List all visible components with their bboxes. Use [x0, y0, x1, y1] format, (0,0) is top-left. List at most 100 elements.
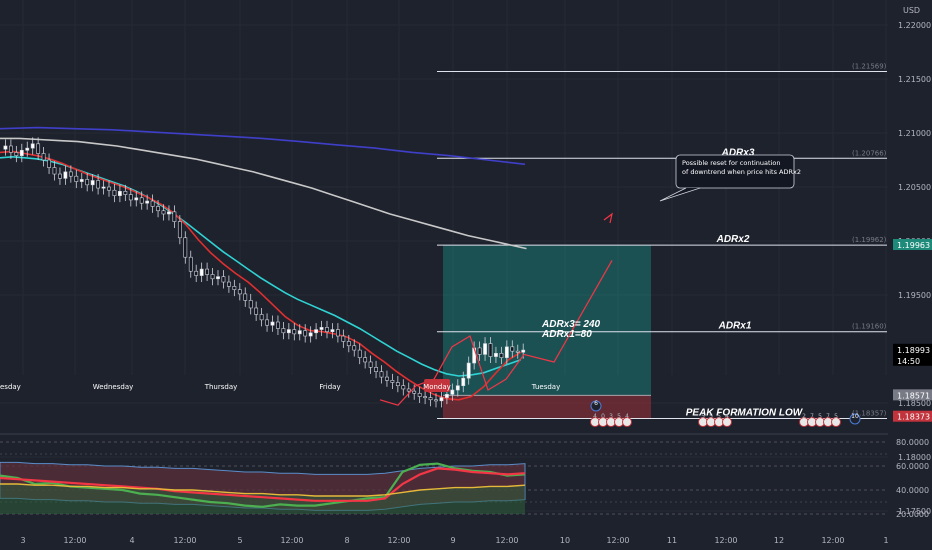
time-tick-label: 12:00 [387, 536, 410, 545]
level-price-label: (1.20766) [852, 149, 887, 157]
osc-tick-label: 80.0000 [896, 438, 929, 447]
candle-bearish [352, 345, 357, 351]
candle-bullish [216, 276, 220, 280]
candle-bullish [483, 343, 487, 355]
candle-bullish [145, 200, 150, 204]
level-price-label: (1.19962) [852, 236, 887, 244]
candle-bearish [368, 361, 373, 368]
candle-bullish [101, 186, 106, 189]
candle-bearish [14, 152, 19, 156]
event-impact: 5 [834, 413, 838, 420]
candle-bearish [232, 286, 237, 290]
price-tag-value: 1.18571 [897, 391, 930, 400]
day-label: Monday [423, 383, 451, 391]
candle-bearish [52, 167, 57, 175]
candle-bearish [172, 211, 177, 222]
day-label: Thursday [204, 383, 238, 391]
candle-bullish [134, 197, 139, 201]
candle-bullish [63, 171, 68, 179]
candle-bearish [325, 327, 329, 333]
candle-bearish [68, 171, 73, 177]
candle-bearish [177, 221, 182, 239]
candle-bearish [357, 349, 362, 358]
candle-bearish [395, 382, 400, 387]
candle-bearish [188, 256, 193, 272]
position-note: ADRx1=80 [541, 329, 592, 340]
price-tick-label: 1.18000 [898, 453, 931, 462]
candle-bullish [444, 394, 449, 398]
candle-bearish [341, 335, 346, 342]
candle-bearish [265, 319, 269, 326]
trading-chart[interactable]: USD (1.21569)(1.20766)ADRx3(1.19962)ADRx… [0, 0, 932, 550]
event-impact: 3 [609, 413, 613, 420]
candle-bearish [374, 367, 378, 372]
event-impact: 0 [601, 413, 605, 420]
candle-bullish [521, 349, 526, 353]
candle-bullish [30, 143, 35, 149]
candle-bullish [297, 330, 302, 335]
candle-bearish [128, 194, 133, 201]
candle-bullish [319, 327, 324, 330]
candle-bearish [107, 186, 111, 191]
candle-bearish [237, 289, 242, 295]
time-tick-label: 11 [667, 536, 677, 545]
candle-bearish [499, 353, 504, 358]
candle-bearish [510, 346, 515, 352]
candle-bearish [47, 159, 51, 168]
day-label: Wednesday [93, 383, 134, 391]
event-impact: 5 [818, 413, 822, 420]
candle-bearish [58, 173, 62, 179]
price-tag-value: 1.18373 [897, 413, 930, 422]
candle-bearish [259, 314, 264, 321]
candle-bearish [276, 321, 280, 329]
candle-bullish [25, 147, 30, 151]
candle-bullish [79, 179, 84, 182]
candle-bullish [504, 346, 509, 358]
candle-bearish [423, 396, 428, 399]
day-label: Friday [319, 383, 340, 391]
level-price-label: (1.21569) [852, 63, 887, 71]
candle-bearish [112, 189, 117, 196]
candle-bullish [461, 377, 466, 387]
candle-bullish [118, 191, 122, 196]
event-impact: 5 [617, 413, 621, 420]
time-tick-label: 12:00 [173, 536, 196, 545]
candle-bearish [406, 388, 411, 392]
price-tick-label: 1.21000 [898, 129, 931, 138]
candle-bearish [379, 371, 384, 378]
candle-bullish [90, 180, 95, 186]
price-tick-label: 1.22000 [898, 21, 931, 30]
candle-bearish [150, 200, 155, 207]
candle-bearish [74, 175, 79, 182]
time-tick-label: 12 [774, 536, 784, 545]
candle-bearish [227, 281, 231, 287]
osc-tick-label: 60.0000 [896, 462, 929, 471]
candle-bearish [477, 347, 482, 355]
candle-bearish [346, 341, 351, 347]
candle-bearish [488, 343, 493, 357]
level-name: ADRx2 [716, 234, 750, 245]
candle-bearish [417, 392, 422, 397]
event-impact: 5 [701, 413, 705, 420]
osc-tick-label: 40.0000 [896, 486, 929, 495]
price-tag-value: 1.19963 [897, 241, 930, 250]
time-tick-label: 8 [344, 536, 349, 545]
time-tick-label: 3 [20, 536, 25, 545]
candle-bearish [401, 385, 406, 390]
level-name: ADRx1 [718, 321, 752, 332]
candle-bullish [3, 145, 8, 150]
price-tick-label: 1.20500 [898, 183, 931, 192]
candle-bullish [286, 329, 291, 334]
time-tick-label: 12:00 [821, 536, 844, 545]
candle-bearish [303, 330, 308, 337]
candle-bearish [385, 376, 389, 381]
candle-bearish [428, 397, 433, 401]
price-tag-time: 14:50 [897, 357, 920, 366]
candle-bullish [330, 329, 335, 333]
price-tag-value: 1.18993 [897, 346, 930, 355]
time-tick-label: 12:00 [63, 536, 86, 545]
event-impact: 4 [725, 413, 729, 420]
candle-bullish [450, 389, 455, 395]
time-tick-label: 10 [560, 536, 570, 545]
candle-bearish [41, 153, 46, 161]
